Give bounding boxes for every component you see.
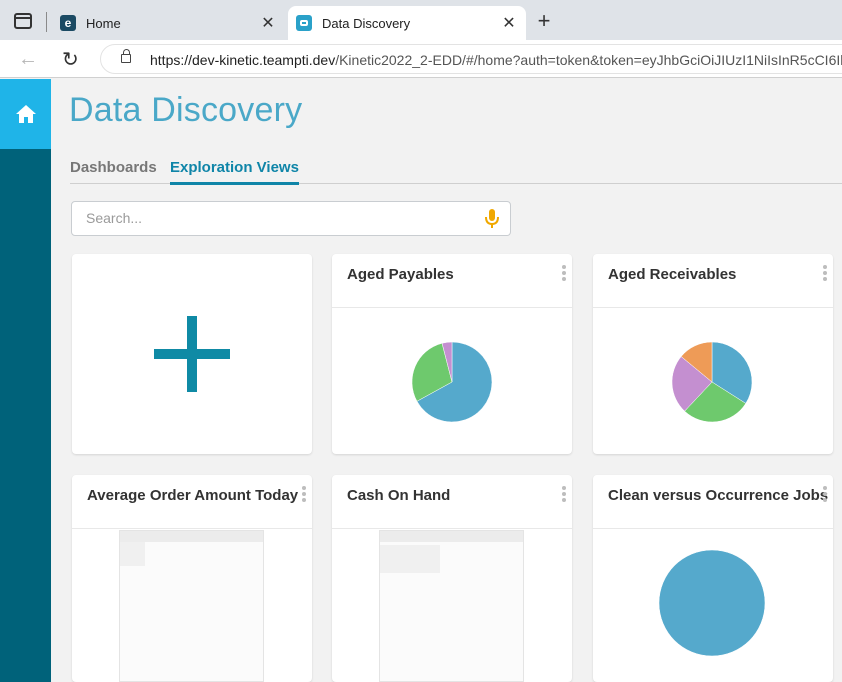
pie-slice xyxy=(658,549,766,657)
card-header: Aged Receivables xyxy=(593,254,833,308)
card-header: Clean versus Occurrence Jobs xyxy=(593,475,833,529)
pie-chart xyxy=(658,549,766,657)
card-average-order-amount-today[interactable]: Average Order Amount Today xyxy=(72,475,312,682)
url-path: /Kinetic2022_2-EDD/#/home?auth=token&tok… xyxy=(335,52,842,68)
card-aged-receivables[interactable]: Aged Receivables xyxy=(593,254,833,454)
card-chart xyxy=(593,309,833,454)
card-title: Cash On Hand xyxy=(347,487,451,504)
table-thumbnail-cell xyxy=(380,545,440,573)
card-title: Average Order Amount Today xyxy=(87,487,299,504)
home-button[interactable] xyxy=(0,79,51,149)
card-header: Average Order Amount Today xyxy=(72,475,312,529)
close-icon[interactable]: ✕ xyxy=(498,13,520,33)
card-aged-payables[interactable]: Aged Payables xyxy=(332,254,572,454)
card-title: Aged Payables xyxy=(347,266,454,283)
reload-icon[interactable]: ↻ xyxy=(62,47,79,72)
new-tab-icon[interactable]: + xyxy=(533,10,555,32)
table-thumbnail-header xyxy=(120,531,263,542)
more-options-icon[interactable] xyxy=(822,265,828,283)
card-table-preview xyxy=(332,530,572,682)
more-options-icon[interactable] xyxy=(301,486,307,504)
sidebar xyxy=(0,79,51,682)
pie-chart xyxy=(671,341,753,423)
url-field[interactable]: https://dev-kinetic.teampti.dev/Kinetic2… xyxy=(100,44,842,74)
browser-tab-data-discovery[interactable]: Data Discovery ✕ xyxy=(288,6,526,40)
url-host: https://dev-kinetic.teampti.dev xyxy=(150,52,336,68)
card-chart xyxy=(593,530,833,675)
card-title: Clean versus Occurrence Jobs xyxy=(608,487,829,504)
tab-separator xyxy=(46,12,47,32)
app: Data Discovery Dashboards Exploration Vi… xyxy=(0,79,842,682)
table-thumbnail xyxy=(379,530,524,682)
data-discovery-favicon-icon xyxy=(296,15,312,31)
home-icon xyxy=(16,105,36,123)
table-thumbnail-cell xyxy=(120,542,145,566)
search-box xyxy=(71,201,511,236)
more-options-icon[interactable] xyxy=(822,486,828,504)
card-cash-on-hand[interactable]: Cash On Hand xyxy=(332,475,572,682)
view-tabs: Dashboards Exploration Views xyxy=(70,159,842,185)
table-thumbnail xyxy=(119,530,264,682)
more-options-icon[interactable] xyxy=(561,265,567,283)
add-view-card[interactable] xyxy=(72,254,312,454)
pie-chart xyxy=(411,341,493,423)
tab-actions-icon[interactable] xyxy=(14,13,32,29)
card-clean-versus-occurrence-jobs[interactable]: Clean versus Occurrence Jobs xyxy=(593,475,833,682)
card-table-preview xyxy=(72,530,312,682)
page-title: Data Discovery xyxy=(69,91,303,129)
address-bar: ← ↻ https://dev-kinetic.teampti.dev/Kine… xyxy=(0,40,842,78)
epicor-favicon-icon: e xyxy=(60,15,76,31)
tab-dashboards[interactable]: Dashboards xyxy=(70,159,157,176)
browser-tab-bar: e Home ✕ Data Discovery ✕ + xyxy=(0,0,842,40)
browser-tab-home[interactable]: e Home ✕ xyxy=(52,6,285,40)
search-input[interactable] xyxy=(86,210,466,226)
close-icon[interactable]: ✕ xyxy=(257,13,279,33)
url-text: https://dev-kinetic.teampti.dev/Kinetic2… xyxy=(150,52,842,68)
tab-title: Data Discovery xyxy=(322,15,411,31)
table-thumbnail-header xyxy=(380,531,523,542)
card-title: Aged Receivables xyxy=(608,266,737,283)
tab-exploration-views[interactable]: Exploration Views xyxy=(170,159,299,185)
more-options-icon[interactable] xyxy=(561,486,567,504)
microphone-icon[interactable] xyxy=(484,209,500,229)
tab-title: Home xyxy=(86,15,121,31)
card-header: Aged Payables xyxy=(332,254,572,308)
main-content: Data Discovery Dashboards Exploration Vi… xyxy=(51,79,842,682)
card-chart xyxy=(332,309,572,454)
lock-icon[interactable] xyxy=(121,49,131,63)
plus-icon xyxy=(154,316,230,392)
card-header: Cash On Hand xyxy=(332,475,572,529)
back-arrow-icon[interactable]: ← xyxy=(18,48,38,71)
